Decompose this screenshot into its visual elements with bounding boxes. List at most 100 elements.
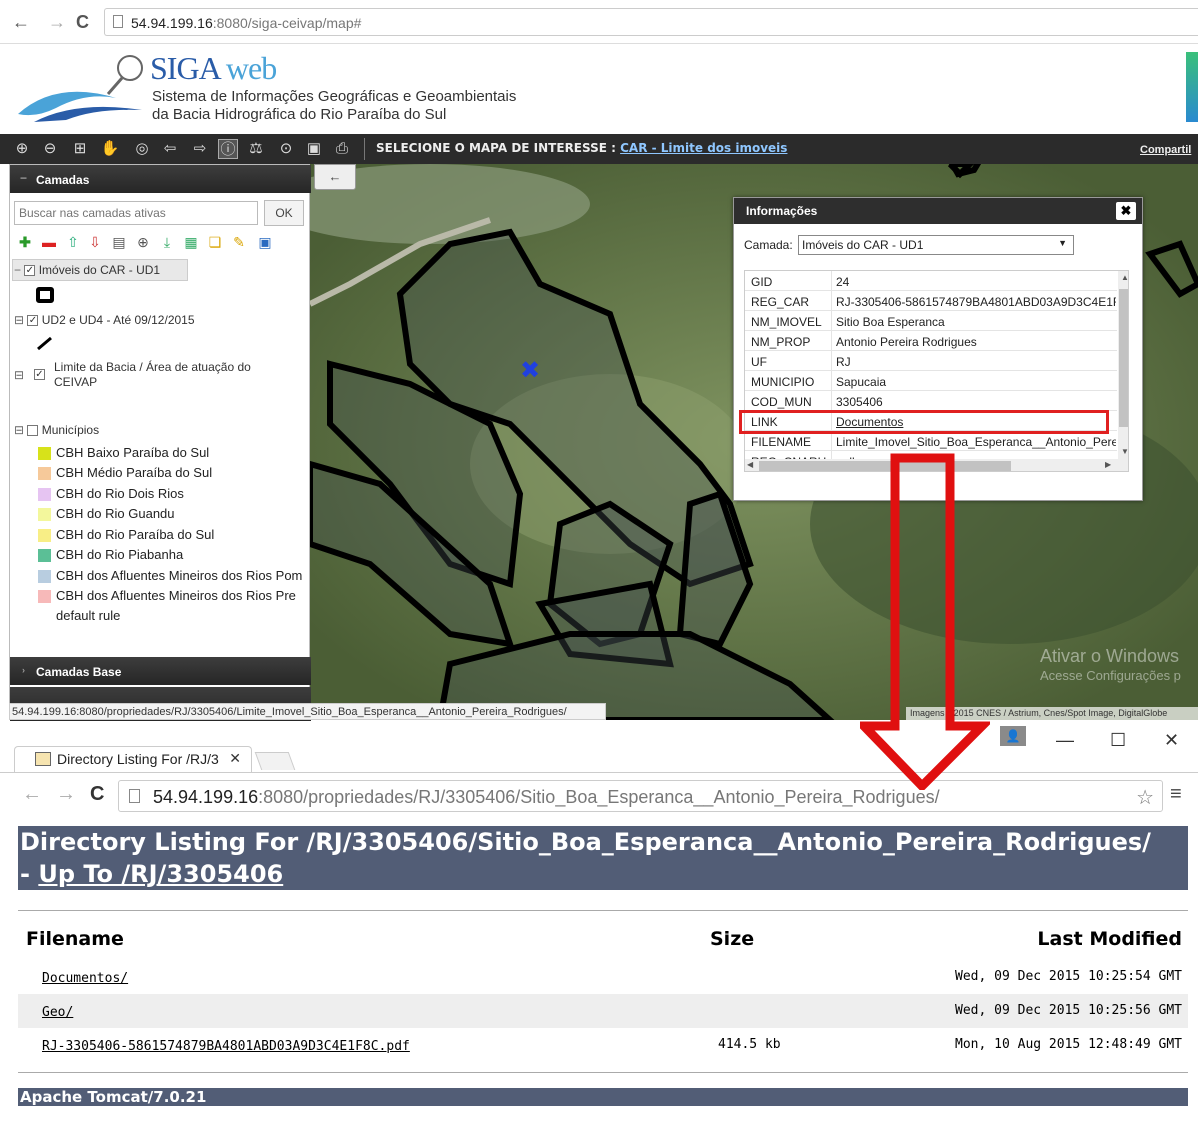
scroll-left-icon[interactable]: ◀ [747, 460, 753, 469]
close-window-icon[interactable]: ✕ [1164, 730, 1179, 751]
layer-checkbox[interactable]: ✓ [34, 369, 45, 380]
remove-layer-icon[interactable]: ▬ [40, 233, 58, 251]
file-link[interactable]: Documentos/ [42, 971, 128, 986]
new-tab-button[interactable] [254, 752, 296, 770]
divider [18, 1072, 1188, 1073]
table-icon[interactable]: ▦ [182, 233, 200, 251]
layer-label-cont: CEIVAP [54, 375, 98, 389]
add-layer-icon[interactable]: ✚ [16, 233, 34, 251]
vertical-scrollbar[interactable]: ▲ ▼ [1118, 271, 1128, 459]
edit-icon[interactable]: ✎ [230, 233, 248, 251]
legend-item: CBH do Rio Paraíba do Sul [38, 527, 214, 543]
attr-value: RJ [836, 355, 851, 369]
previous-view-icon[interactable]: ⇦ [160, 139, 180, 159]
save-icon[interactable]: ▣ [304, 139, 324, 159]
legend-label: CBH do Rio Piabanha [56, 547, 184, 562]
camadas-header[interactable]: − Camadas [10, 165, 311, 193]
legend-swatch [38, 549, 51, 563]
layer-down-icon[interactable]: ⇩ [86, 233, 104, 251]
forward-icon[interactable]: → [48, 12, 66, 33]
measure-icon[interactable]: ⚖ [246, 139, 266, 159]
file-modified: Wed, 09 Dec 2015 10:25:54 GMT [955, 969, 1182, 984]
back-icon[interactable]: ← [12, 12, 30, 33]
file-link[interactable]: Geo/ [42, 1005, 73, 1020]
layer-select-label: Camada: [744, 238, 793, 252]
scroll-right-icon[interactable]: ▶ [1105, 460, 1111, 469]
layer-item-car[interactable]: − ✓ Imóveis do CAR - UD1 [14, 263, 160, 277]
close-tab-icon[interactable]: ✕ [229, 750, 241, 767]
profile-icon[interactable]: 👤 [1000, 726, 1026, 746]
camadas-base-title: Camadas Base [36, 665, 122, 679]
legend-item: CBH do Rio Dois Rios [38, 486, 184, 502]
locate-icon[interactable]: ⊙ [276, 139, 296, 159]
download-icon[interactable]: ⤓ [158, 233, 176, 251]
zoom-in-icon[interactable]: ⊕ [12, 139, 32, 159]
logo-subtitle-2: da Bacia Hidrográfica do Rio Paraíba do … [152, 106, 447, 123]
menu-icon[interactable]: ≡ [1170, 783, 1182, 806]
pan-hand-icon[interactable]: ✋ [100, 139, 120, 159]
camadas-title: Camadas [36, 173, 90, 187]
file-size: 414.5 kb [718, 1037, 781, 1052]
polygon-legend-icon [36, 287, 54, 303]
scroll-up-icon[interactable]: ▲ [1121, 273, 1128, 282]
collapse-icon: − [20, 171, 28, 185]
search-ok-button[interactable]: OK [264, 200, 304, 226]
table-row: RJ-3305406-5861574879BA4801ABD03A9D3C4E1… [18, 1028, 1188, 1062]
open-folder-icon[interactable]: ❏ [206, 233, 224, 251]
layer-item-ud2[interactable]: ⊟ ✓ UD2 e UD4 - Até 09/12/2015 [14, 313, 195, 327]
svg-text:✖: ✖ [520, 356, 540, 384]
save-layers-icon[interactable]: ▣ [256, 233, 274, 251]
reload-icon[interactable]: C [90, 783, 104, 806]
close-icon[interactable]: ✖ [1116, 202, 1136, 220]
attr-value: Sapucaia [836, 375, 887, 389]
maximize-icon[interactable]: ☐ [1110, 730, 1126, 751]
info-tool-icon[interactable]: ⓘ [218, 139, 238, 159]
browser-tab[interactable]: Directory Listing For /RJ/3 ✕ [14, 746, 252, 772]
legend-item: default rule [38, 608, 120, 623]
legend-item: CBH do Rio Guandu [38, 506, 175, 522]
attr-key: REG_CAR [751, 295, 810, 309]
zoom-layer-icon[interactable]: ⊕ [134, 233, 152, 251]
legend-swatch [38, 610, 51, 623]
print-icon[interactable]: ⎙ [332, 139, 352, 159]
scroll-thumb[interactable] [1119, 289, 1128, 427]
attr-key: GID [751, 275, 773, 289]
next-view-icon[interactable]: ⇨ [190, 139, 210, 159]
server-footer: Apache Tomcat/7.0.21 [18, 1088, 1188, 1106]
layer-checkbox[interactable]: ✓ [24, 265, 36, 277]
layer-checkbox[interactable] [27, 425, 39, 437]
camadas-base-header[interactable]: › Camadas Base [10, 657, 311, 685]
url-rest: :8080/propriedades/RJ/3305406/Sitio_Boa_… [258, 787, 940, 807]
back-icon[interactable]: ← [22, 783, 42, 806]
layer-checkbox[interactable]: ✓ [27, 315, 39, 327]
layer-label: Municípios [41, 423, 100, 437]
attribute-row: MUNICIPIO Sapucaia [745, 371, 1117, 391]
file-link[interactable]: RJ-3305406-5861574879BA4801ABD03A9D3C4E1… [42, 1039, 410, 1054]
address-bar[interactable]: 54.94.199.16:8080/siga-ceivap/map# [104, 8, 1198, 36]
zoom-box-icon[interactable]: ⊞ [70, 139, 90, 159]
collapse-panel-button[interactable]: ← [314, 164, 356, 190]
star-icon[interactable]: ☆ [1136, 785, 1154, 810]
address-bar-2[interactable]: 54.94.199.16:8080/propriedades/RJ/330540… [118, 780, 1163, 812]
scroll-down-icon[interactable]: ▼ [1121, 447, 1128, 456]
share-link[interactable]: Compartil [1140, 144, 1191, 156]
reload-icon[interactable]: C [76, 12, 89, 33]
attr-key: UF [751, 355, 767, 369]
attr-key: MUNICIPIO [751, 375, 815, 389]
attr-key: NM_PROP [751, 335, 811, 349]
url-host: 54.94.199.16 [153, 787, 259, 807]
zoom-out-icon[interactable]: ⊖ [40, 139, 60, 159]
layer-select[interactable]: Imóveis do CAR - UD1 ▼ [798, 235, 1074, 255]
layer-search-input[interactable] [14, 201, 258, 225]
layer-up-icon[interactable]: ⇧ [64, 233, 82, 251]
map-selector-link[interactable]: CAR - Limite dos imoveis [620, 141, 787, 155]
zoom-extent-icon[interactable]: ◎ [132, 139, 152, 159]
minimize-icon[interactable]: — [1056, 730, 1074, 751]
forward-icon[interactable]: → [56, 783, 76, 806]
file-modified: Wed, 09 Dec 2015 10:25:56 GMT [955, 1003, 1182, 1018]
metadata-icon[interactable]: ▤ [110, 233, 128, 251]
logo-wave-icon [18, 55, 143, 122]
legend-swatch [38, 488, 51, 502]
up-link[interactable]: Up To /RJ/3305406 [38, 860, 283, 888]
layer-item-municipios[interactable]: ⊟ Municípios [14, 423, 99, 437]
